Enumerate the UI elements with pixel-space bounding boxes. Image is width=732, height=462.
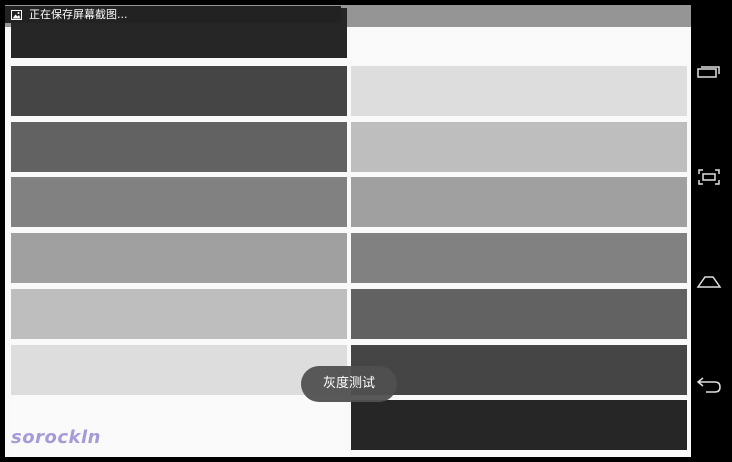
recent-apps-icon <box>697 63 721 83</box>
gray-swatch-left-6 <box>11 289 347 339</box>
watermark-text: sorockln <box>11 427 101 448</box>
left-gray-column <box>11 5 347 457</box>
gray-swatch-right-6 <box>351 289 687 339</box>
right-gray-column <box>351 5 687 457</box>
image-icon <box>11 9 22 20</box>
screenshot-notification: 正在保存屏幕截图... <box>5 6 341 23</box>
gray-swatch-right-5 <box>351 233 687 283</box>
toast-message: 灰度测试 <box>301 366 397 402</box>
gray-swatch-right-4 <box>351 177 687 227</box>
gray-swatch-left-7 <box>11 345 347 395</box>
notification-text: 正在保存屏幕截图... <box>29 7 128 21</box>
gray-swatch-right-8 <box>351 400 687 450</box>
home-button[interactable] <box>695 269 723 297</box>
device-screen: 正在保存屏幕截图... 灰度测试 sorockln <box>0 0 732 462</box>
gray-swatch-right-1 <box>351 27 687 62</box>
gray-swatch-right-3 <box>351 122 687 172</box>
gray-swatch-left-5 <box>11 233 347 283</box>
gray-swatch-left-4 <box>11 177 347 227</box>
gray-swatch-left-2 <box>11 66 347 116</box>
screenshot-button[interactable] <box>695 165 723 193</box>
gray-swatch-right-2 <box>351 66 687 116</box>
navigation-bar <box>691 5 727 457</box>
gray-swatch-right-7 <box>351 345 687 395</box>
screenshot-icon <box>698 169 720 189</box>
back-button[interactable] <box>695 373 723 401</box>
gray-swatch-left-3 <box>11 122 347 172</box>
recent-apps-button[interactable] <box>695 59 723 87</box>
back-icon <box>696 376 722 398</box>
home-icon <box>696 274 722 293</box>
